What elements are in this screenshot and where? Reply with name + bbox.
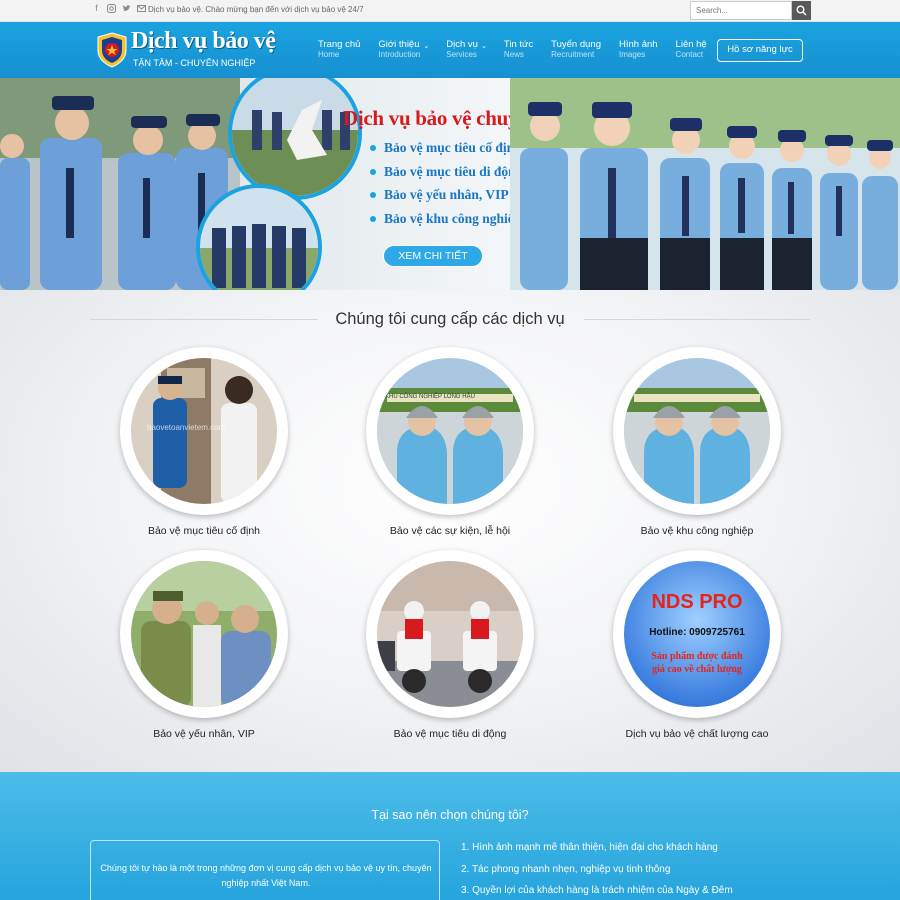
view-details-button[interactable]: XEM CHI TIẾT [383,245,483,267]
nav-sublabel: Services [446,50,477,59]
logo-subtitle: TẬN TÂM - CHUYÊN NGHIỆP [133,58,256,68]
banner-feature-item: Bảo vệ mục tiêu di động [370,164,522,188]
service-label: Bảo vệ các sự kiện, lễ hội [389,525,511,537]
banner-feature-item: Bảo vệ yếu nhân, VIP [370,187,522,211]
banner-feature-item: Bảo vệ mục tiêu cố định [370,140,522,164]
nav-label: Dịch vụ [446,39,478,50]
service-label: Bảo vệ mục tiêu di động [393,728,507,740]
service-photo-mobile-target [377,561,523,707]
service-card[interactable]: KHU CÔNG NGHIỆP LONG HẬU Bảo vệ các sự k… [330,347,570,537]
nav-item-home[interactable]: Trang chủ Home [318,39,360,59]
why-choose-us-section: Tại sao nên chọn chúng tôi? Chúng tôi tự… [0,772,900,900]
service-image-frame: NDS PRO Hotline: 0909725761 Sản phẩm đượ… [613,550,781,718]
chevron-down-icon: ⌄ [423,43,430,50]
why-title: Tại sao nên chọn chúng tôi? [371,808,529,822]
top-bar: f Dịch vụ bảo vệ. Chào mừng bạn đến với … [0,0,900,22]
gate-sign: KHU CÔNG NGHIỆP LONG HẬU [385,394,475,400]
service-image-frame: baovetoanvietem.com [120,347,288,515]
site-header: Dịch vụ bảo vệ TẬN TÂM - CHUYÊN NGHIỆP T… [0,22,900,78]
why-points-list: 1. Hình ảnh mạnh mẽ thân thiện, hiện đại… [461,842,733,900]
promo-slogan-line-1: Sản phẩm được đánh [651,651,743,662]
search-button[interactable] [792,1,811,20]
service-image-frame [613,347,781,515]
nav-label: Hình ảnh [618,39,658,50]
banner-feature-list: Bảo vệ mục tiêu cố định Bảo vệ mục tiêu … [370,140,522,234]
chevron-down-icon: ⌄ [481,43,487,50]
service-card[interactable]: NDS PRO Hotline: 0909725761 Sản phẩm đượ… [577,550,817,740]
service-photo-industrial-zone [624,358,770,504]
hero-banner: Dịch vụ bảo vệ chuyên nghiệp Bảo vệ mục … [0,78,900,290]
twitter-icon[interactable] [122,4,131,13]
service-photo-vip [131,561,277,707]
why-point: 2. Tác phong nhanh nhẹn, nghiệp vụ tinh … [461,863,671,875]
service-image-frame: KHU CÔNG NGHIỆP LONG HẬU [366,347,534,515]
instagram-icon[interactable] [107,4,116,13]
watermark: baovetoanvietem.com [147,423,226,432]
search-icon [796,5,807,16]
promo-slogan-line-2: giá cao về chất lượng [652,664,742,675]
nav-item-introduction[interactable]: Giới thiệu Introduction ⌄ [378,39,429,59]
nav-label: Tuyển dụng [551,39,601,50]
service-card[interactable]: baovetoanvietem.com Bảo vệ mục tiêu cố đ… [84,347,324,537]
why-point: 1. Hình ảnh mạnh mẽ thân thiện, hiện đại… [461,842,718,853]
why-intro-text: Chúng tôi tự hào là một trong những đơn … [100,863,432,888]
promo-hotline: Hotline: 0909725761 [649,627,745,638]
email-icon[interactable] [137,4,146,13]
nav-label: Tin tức [503,39,534,50]
social-links: f [92,4,146,13]
service-label: Bảo vệ khu công nghiệp [640,525,754,537]
service-photo-events: KHU CÔNG NGHIỆP LONG HẬU [377,358,523,504]
service-card[interactable]: Bảo vệ khu công nghiệp [577,347,817,537]
service-card[interactable]: Bảo vệ yếu nhân, VIP [84,550,324,740]
service-image-frame [366,550,534,718]
guards-right-image [510,78,900,290]
service-label: Dịch vụ bảo vệ chất lượng cao [625,728,769,740]
nav-item-news[interactable]: Tin tức News [504,39,533,59]
search-input[interactable] [690,1,792,20]
nav-sublabel: Introduction [378,50,421,59]
service-image-frame [120,550,288,718]
why-intro-box: Chúng tôi tự hào là một trong những đơn … [90,840,440,900]
why-point: 3. Quyền lợi của khách hàng là trách nhi… [461,885,733,896]
security-badge-icon[interactable] [96,32,128,68]
service-card[interactable]: Bảo vệ mục tiêu di động [330,550,570,740]
facebook-icon[interactable]: f [92,4,101,13]
nav-sublabel: News [503,50,524,59]
service-photo-fixed-target: baovetoanvietem.com [131,358,277,504]
nav-item-recruitment[interactable]: Tuyển dụng Recruitment [551,39,601,59]
nav-item-contact[interactable]: Liên hệ Contact [676,39,707,59]
service-promo-nds-pro: NDS PRO Hotline: 0909725761 Sản phẩm đượ… [624,561,770,707]
services-title: Chúng tôi cung cấp các dịch vụ [335,310,565,328]
banner-feature-item: Bảo vệ khu công nghiệp [370,211,522,235]
profile-button[interactable]: Hồ sơ năng lực [717,39,803,62]
nav-item-images[interactable]: Hình ảnh Images [619,39,658,59]
nav-label: Giới thiệu [378,39,420,50]
top-tagline: Dịch vụ bảo vệ. Chào mừng bạn đến với dị… [148,5,364,14]
nav-sublabel: Home [318,50,340,59]
nav-label: Liên hệ [675,39,707,50]
nav-sublabel: Images [618,50,646,59]
nav-sublabel: Recruitment [551,50,595,59]
kung-fu-training-photo [228,78,362,200]
nav-item-services[interactable]: Dịch vụ Services ⌄ [446,39,487,59]
main-nav: Trang chủ Home Giới thiệu Introduction ⌄… [318,39,725,59]
service-label: Bảo vệ mục tiêu cố định [147,525,261,537]
service-label: Bảo vệ yếu nhân, VIP [153,728,255,740]
promo-brand: NDS PRO [651,591,743,613]
services-section: Chúng tôi cung cấp các dịch vụ baovetoan… [0,290,900,772]
nav-label: Trang chủ [318,39,361,50]
nav-sublabel: Contact [675,50,704,59]
logo-title[interactable]: Dịch vụ bảo vệ [131,28,276,55]
